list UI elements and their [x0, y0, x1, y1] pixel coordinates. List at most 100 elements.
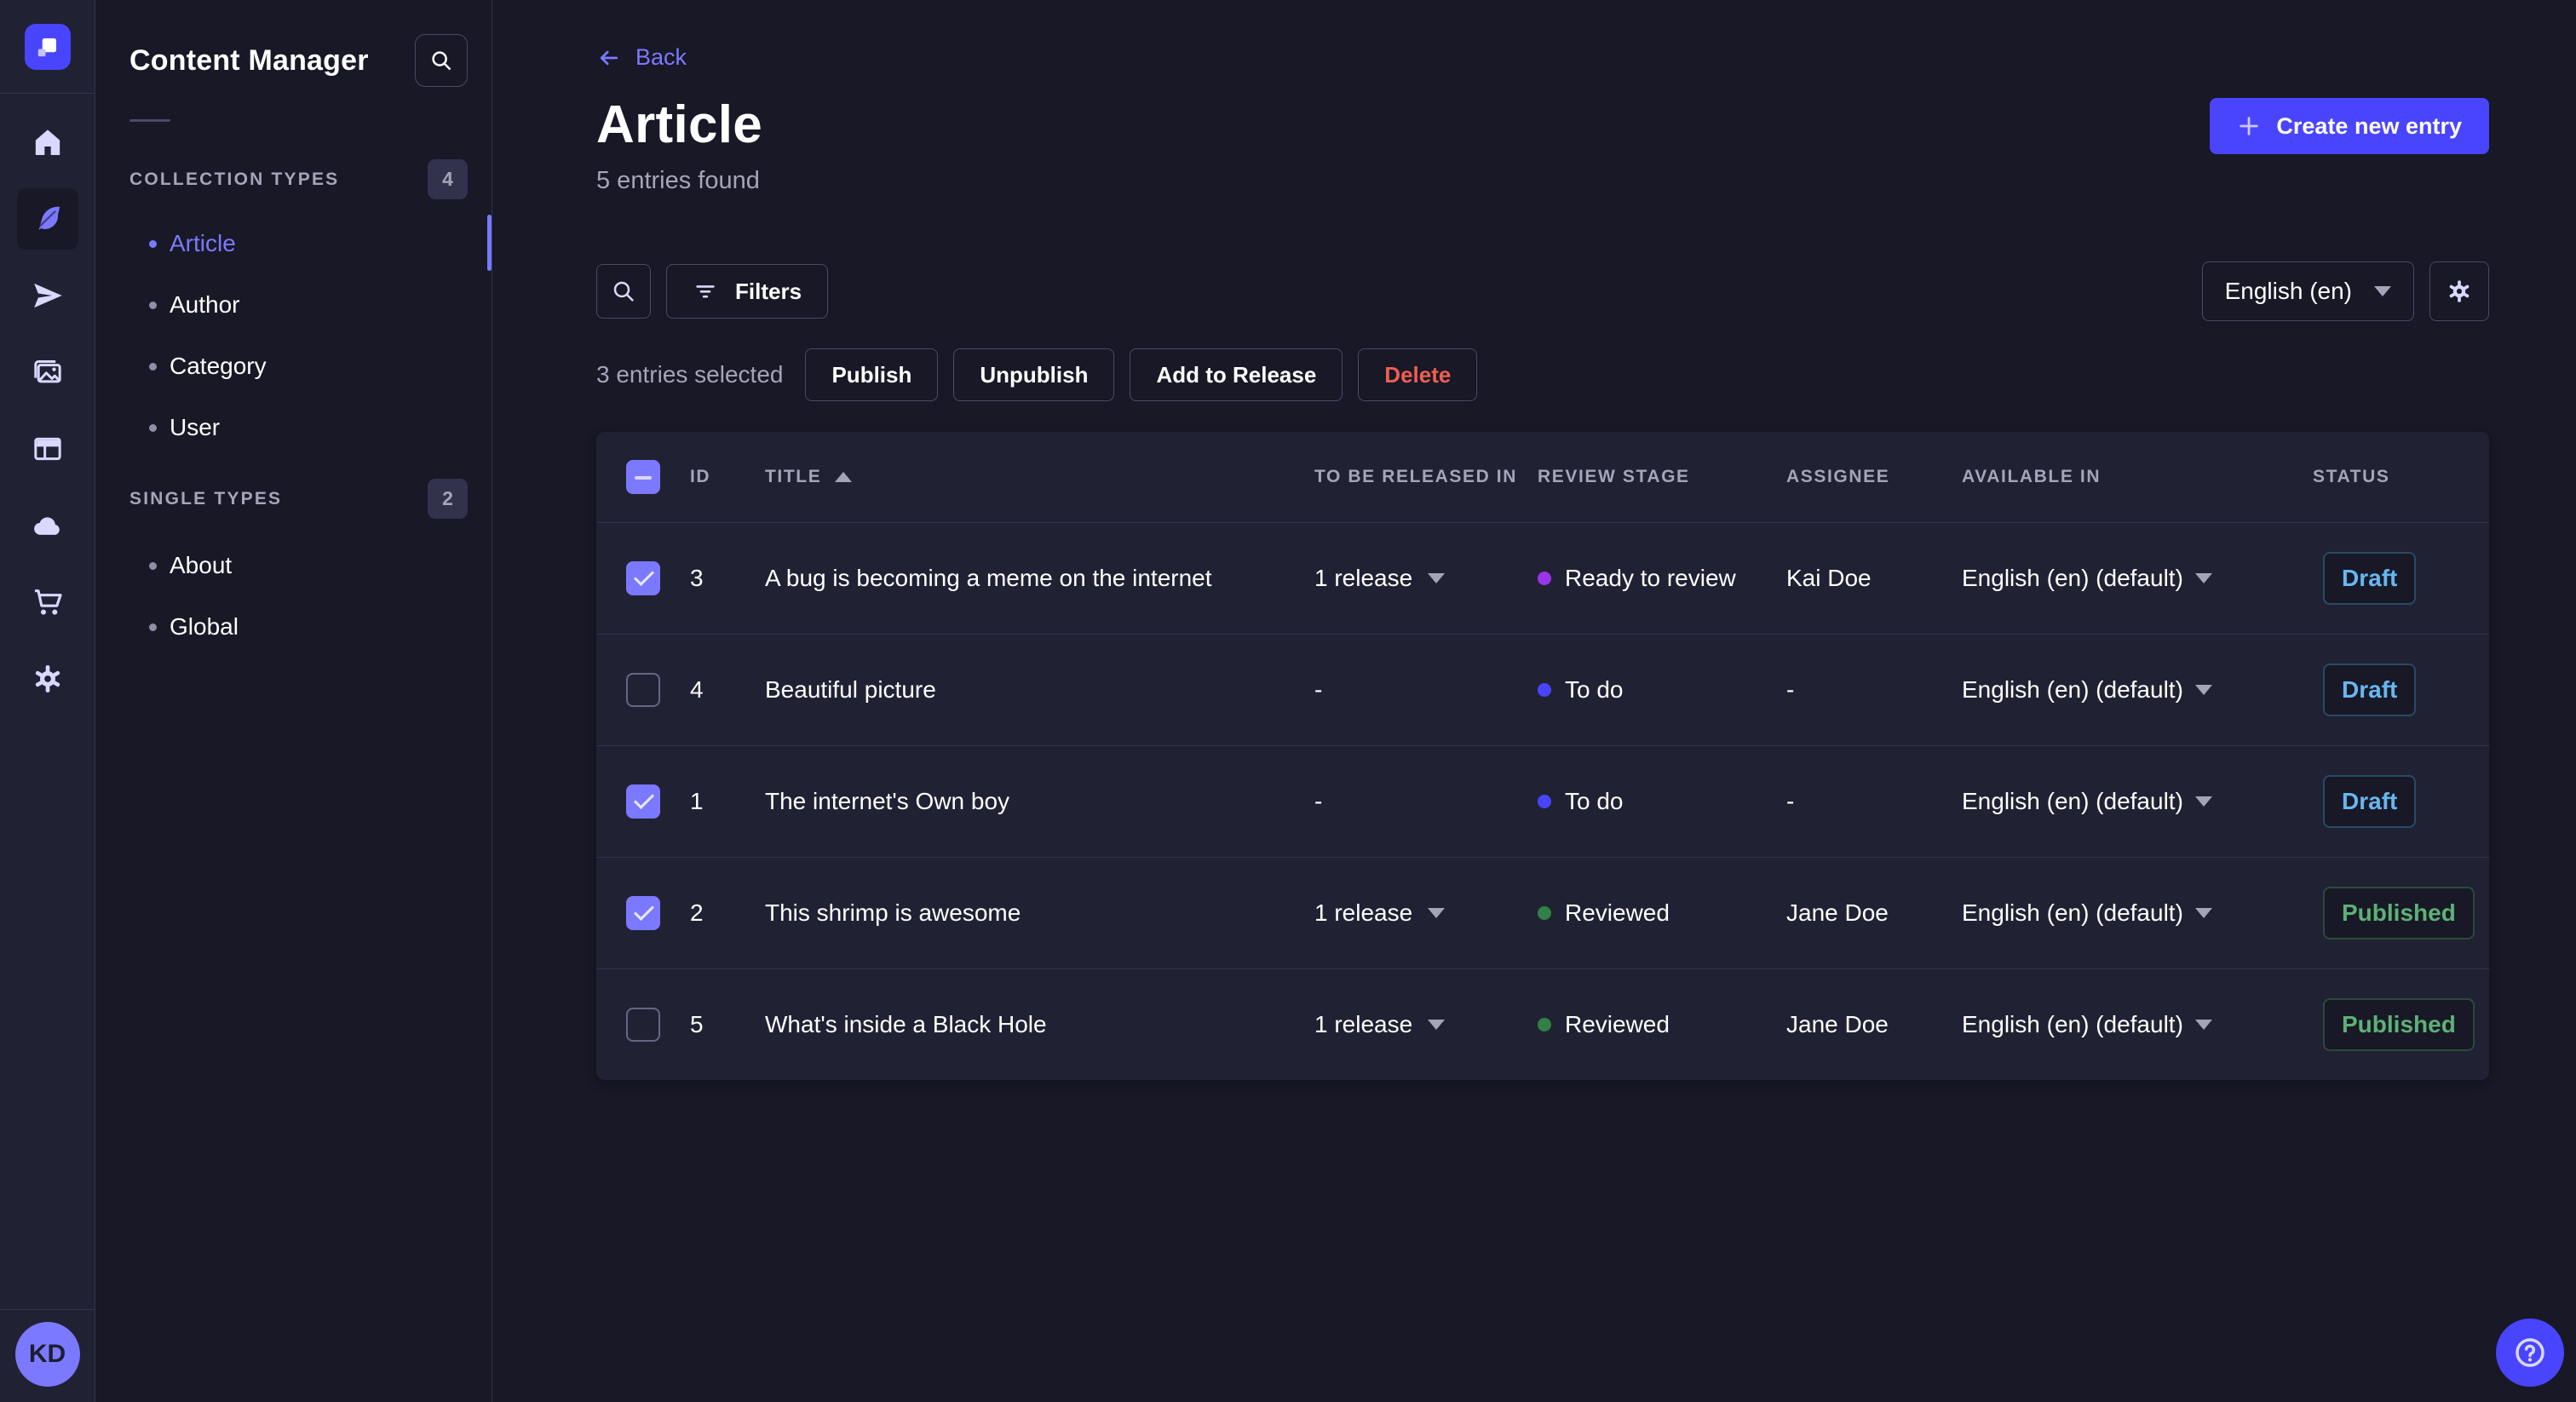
cell-title: This shrimp is awesome [765, 899, 1021, 926]
cell-id: 4 [690, 676, 704, 703]
table-row[interactable]: 4 Beautiful picture - To do - English (en) (d… [596, 634, 2489, 745]
cell-id: 1 [690, 788, 704, 814]
cell-available-in[interactable]: English (en) (default) [1962, 565, 2313, 592]
cell-to-be-released-in: - [1314, 676, 1538, 704]
delete-button[interactable]: Delete [1358, 348, 1478, 401]
bullet-icon [149, 362, 157, 371]
table-row[interactable]: 3 A bug is becoming a meme on the interne… [596, 522, 2489, 634]
row-checkbox[interactable] [626, 673, 660, 707]
cell-assignee: Jane Doe [1786, 1011, 1889, 1037]
cell-review-stage: Ready to review [1538, 565, 1786, 592]
cell-to-be-released-in[interactable]: 1 release [1314, 1011, 1538, 1038]
locale-value: English (en) (default) [1962, 899, 2183, 926]
status-badge: Draft [2323, 664, 2417, 716]
table-row[interactable]: 1 The internet's Own boy - To do - English (e… [596, 745, 2489, 857]
stage-dot-icon [1538, 1018, 1551, 1031]
bullet-icon [149, 561, 157, 570]
subnav-item-user[interactable]: User [95, 397, 492, 458]
content-type-builder-icon[interactable] [17, 418, 78, 480]
subnav-item-label: Author [170, 291, 240, 318]
locale-value: English (en) (default) [1962, 565, 2183, 591]
row-checkbox[interactable] [626, 784, 660, 819]
user-avatar[interactable]: KD [14, 1322, 80, 1387]
cell-available-in[interactable]: English (en) (default) [1962, 676, 2313, 704]
subnav-section: COLLECTION TYPES 4 Article Author Category Us… [95, 159, 492, 458]
table-header-row: ID TITLE TO BE RELEASED IN REVIEW STAGE … [596, 432, 2489, 522]
select-all-checkbox[interactable] [626, 460, 660, 494]
add-to-release-button[interactable]: Add to Release [1130, 348, 1343, 401]
cell-review-stage: To do [1538, 676, 1786, 704]
subnav-item-article[interactable]: Article [95, 213, 492, 274]
column-header-available-in[interactable]: AVAILABLE IN [1962, 467, 2313, 487]
status-badge: Published [2323, 887, 2475, 939]
table-row[interactable]: 5 What's inside a Black Hole 1 release Revi… [596, 968, 2489, 1080]
row-checkbox[interactable] [626, 561, 660, 595]
stage-dot-icon [1538, 795, 1551, 808]
column-header-status[interactable]: STATUS [2313, 467, 2489, 487]
cell-available-in[interactable]: English (en) (default) [1962, 1011, 2313, 1038]
cell-available-in[interactable]: English (en) (default) [1962, 788, 2313, 815]
section-label: COLLECTION TYPES [129, 169, 340, 189]
locale-value: English (en) (default) [1962, 788, 2183, 814]
subnav-item-label: User [170, 414, 221, 440]
media-library-icon[interactable] [17, 342, 78, 403]
subnav-item-global[interactable]: Global [95, 596, 492, 658]
gear-icon [2446, 278, 2473, 305]
list-search-button[interactable] [596, 264, 651, 319]
create-new-entry-button[interactable]: Create new entry [2210, 98, 2489, 154]
settings-gear-icon[interactable] [17, 648, 78, 710]
row-checkbox[interactable] [626, 1008, 660, 1042]
deploy-cloud-icon[interactable] [17, 495, 78, 556]
subnav-item-category[interactable]: Category [95, 336, 492, 397]
filters-button[interactable]: Filters [666, 264, 829, 319]
view-settings-button[interactable] [2429, 261, 2489, 321]
cell-status: Draft [2313, 552, 2489, 605]
search-icon [428, 48, 454, 73]
table-row[interactable]: 2 This shrimp is awesome 1 release Reviewed… [596, 857, 2489, 968]
back-label: Back [635, 44, 687, 70]
locale-value: English (en) [2224, 278, 2352, 304]
main-content: Back Article 5 entries found Create new … [492, 0, 2576, 1402]
marketplace-cart-icon[interactable] [17, 572, 78, 633]
home-icon[interactable] [17, 112, 78, 173]
cell-status: Draft [2313, 775, 2489, 828]
cell-status: Draft [2313, 664, 2489, 716]
releases-paper-plane-icon[interactable] [17, 265, 78, 326]
content-manager-feather-icon[interactable] [16, 188, 78, 250]
status-badge: Draft [2323, 552, 2417, 605]
subnav-sections: COLLECTION TYPES 4 Article Author Category Us… [95, 159, 492, 658]
release-value: 1 release [1314, 565, 1413, 591]
create-new-entry-label: Create new entry [2276, 112, 2462, 139]
section-label: SINGLE TYPES [129, 488, 283, 509]
subnav-item-author[interactable]: Author [95, 274, 492, 336]
row-checkbox[interactable] [626, 896, 660, 930]
help-button[interactable] [2496, 1319, 2564, 1387]
column-header-to-be-released-in[interactable]: TO BE RELEASED IN [1314, 467, 1538, 487]
column-header-assignee[interactable]: ASSIGNEE [1786, 467, 1962, 487]
cell-title: The internet's Own boy [765, 788, 1010, 814]
page-title: Article [596, 95, 763, 154]
publish-button[interactable]: Publish [805, 348, 939, 401]
subnav-search-button[interactable] [415, 34, 468, 87]
release-value: 1 release [1314, 899, 1413, 926]
unpublish-button[interactable]: Unpublish [953, 348, 1115, 401]
cell-title: A bug is becoming a meme on the internet [765, 565, 1212, 591]
cell-to-be-released-in[interactable]: 1 release [1314, 565, 1538, 592]
bullet-icon [149, 301, 157, 309]
filters-label: Filters [735, 278, 802, 304]
subnav-item-about[interactable]: About [95, 535, 492, 596]
stage-label: To do [1565, 788, 1624, 814]
cell-assignee: - [1786, 676, 1795, 703]
stage-label: Reviewed [1565, 1011, 1670, 1037]
column-header-title[interactable]: TITLE [765, 467, 1314, 487]
column-header-review-stage[interactable]: REVIEW STAGE [1538, 467, 1786, 487]
subnav-item-label: Category [170, 353, 267, 379]
cell-to-be-released-in[interactable]: 1 release [1314, 899, 1538, 927]
column-header-id[interactable]: ID [690, 467, 765, 487]
back-link[interactable]: Back [596, 44, 687, 71]
chevron-down-icon [1428, 1020, 1446, 1030]
stage-dot-icon [1538, 572, 1551, 585]
cell-available-in[interactable]: English (en) (default) [1962, 899, 2313, 927]
locale-select[interactable]: English (en) [2201, 261, 2414, 321]
subnav-panel: Content Manager COLLECTION TYPES 4 Article… [95, 0, 492, 1402]
